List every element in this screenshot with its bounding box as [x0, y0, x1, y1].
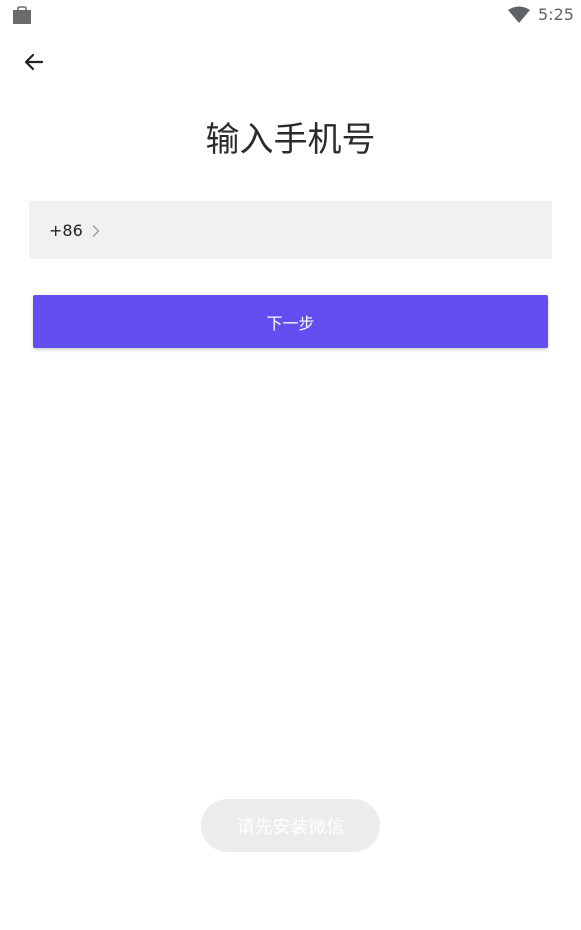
phone-input[interactable]: [108, 200, 552, 260]
arrow-left-icon: [22, 50, 46, 78]
phone-field: +86: [29, 200, 552, 260]
page-title: 输入手机号: [205, 120, 376, 160]
status-bar: 5:25: [0, 0, 581, 30]
next-button-label: 下一步: [266, 313, 315, 333]
next-button[interactable]: 下一步: [33, 295, 548, 348]
wechat-login-button[interactable]: 请先安装微信: [201, 799, 380, 852]
country-code-label: +86: [49, 220, 83, 240]
back-button[interactable]: [18, 48, 50, 80]
status-time: 5:25: [538, 5, 574, 24]
country-code-selector[interactable]: +86: [49, 221, 101, 240]
bag-icon: [12, 6, 32, 24]
chevron-right-icon: [91, 223, 101, 237]
wifi-icon: [508, 6, 530, 24]
wechat-button-label: 请先安装微信: [236, 816, 345, 838]
